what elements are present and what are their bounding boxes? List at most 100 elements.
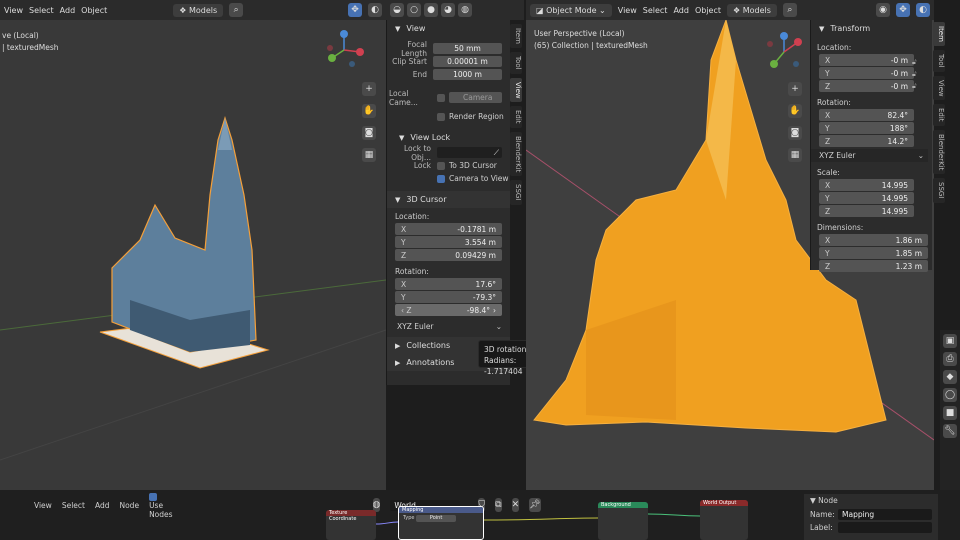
navigation-gizmo[interactable] [762, 30, 806, 74]
render-region-checkbox[interactable] [437, 112, 445, 121]
lock-icon[interactable]: 🔓︎ [912, 82, 917, 91]
tab-edit[interactable]: Edit [510, 106, 522, 128]
rotation-mode-dropdown[interactable]: XYZ Euler ⌄ [811, 149, 928, 162]
viewport-nav-tools: + ✋ ◙ ▦ [362, 82, 376, 162]
view-section-header[interactable]: ▼ View [387, 20, 510, 37]
shading-material-icon[interactable]: ◕ [441, 3, 455, 17]
location-x[interactable]: X -0 m [819, 54, 914, 66]
rotation-z[interactable]: Z 14.2° [819, 135, 914, 147]
expand-triangle-icon: ▼ [819, 24, 825, 33]
rotation-x[interactable]: X 82.4° [819, 109, 914, 121]
location-label: Location: [817, 43, 852, 52]
navigation-gizmo[interactable] [322, 28, 366, 72]
view-menu[interactable]: View [4, 6, 23, 15]
scene-props-icon[interactable]: ◆ [943, 370, 957, 384]
select-menu[interactable]: Select [29, 6, 54, 15]
lock-icon[interactable]: 🔓︎ [912, 58, 917, 67]
search-icon[interactable]: ⌕ [229, 3, 244, 17]
node-panel-header[interactable]: ▼ Node [810, 496, 932, 508]
tab-tool[interactable]: Tool [933, 49, 945, 72]
camera-to-view-checkbox[interactable] [437, 174, 445, 183]
grid-ortho-icon[interactable]: ▦ [788, 148, 802, 162]
models-collection-button[interactable]: ❖ Models [173, 3, 224, 17]
camera-view-icon[interactable]: ◙ [788, 126, 802, 140]
node-name-field[interactable]: Mapping [838, 509, 932, 520]
tab-view[interactable]: View [510, 77, 522, 103]
node-editor[interactable]: View Select Add Node Use Nodes ◍ World ⛉… [0, 490, 960, 540]
object-menu[interactable]: Object [81, 6, 107, 15]
select-menu[interactable]: Select [643, 6, 668, 15]
render-props-icon[interactable]: ▣ [943, 334, 957, 348]
object-props-icon[interactable]: ■ [943, 406, 957, 420]
dimensions-z[interactable]: Z 1.23 m [819, 260, 928, 272]
focal-length-field[interactable]: 50 mm [433, 43, 502, 54]
tab-ssgi[interactable]: SSGI [510, 180, 522, 205]
cursor-rotation-x[interactable]: X 17.6° [395, 278, 502, 290]
viewport-collection-label: | texturedMesh [2, 43, 59, 52]
add-menu[interactable]: Add [60, 6, 76, 15]
left-viewport[interactable]: View Select Add Object ❖ Models ⌕ ✥ ◐ ve… [0, 0, 386, 490]
eye-icon[interactable]: ◉ [876, 3, 890, 17]
overlay-toggle-icon[interactable]: ◒ [390, 3, 404, 17]
clip-start-field[interactable]: 0.00001 m [433, 56, 502, 67]
zoom-icon[interactable]: + [788, 82, 802, 96]
tab-blenderkit[interactable]: BlenderKit [933, 129, 945, 175]
scale-z[interactable]: Z 14.995 [819, 205, 914, 217]
chevron-down-icon: ⌄ [917, 151, 924, 160]
tab-item[interactable]: Item [933, 22, 945, 46]
tab-ssgi[interactable]: SSGI [933, 178, 945, 203]
camera-field[interactable]: Camera [449, 92, 502, 103]
hand-pan-icon[interactable]: ✋ [788, 104, 802, 118]
viewport-nav-tools: + ✋ ◙ ▦ [788, 82, 802, 162]
shading-render-icon[interactable]: ◍ [458, 3, 472, 17]
models-collection-button[interactable]: ❖ Models [727, 3, 777, 17]
location-z[interactable]: Z -0 m [819, 80, 914, 92]
clip-end-field[interactable]: 1000 m [433, 69, 502, 80]
lock-to-object-row: Lock to Obj... ⟋ [387, 144, 510, 162]
lock-to-object-field[interactable]: ⟋ [437, 147, 502, 158]
cursor-location-x[interactable]: X -0.1781 m [395, 223, 502, 235]
zoom-icon[interactable]: + [362, 82, 376, 96]
cursor-location-y[interactable]: Y 3.554 m [395, 236, 502, 248]
location-y[interactable]: Y -0 m [819, 67, 914, 79]
tab-item[interactable]: Item [510, 24, 522, 48]
node-label-field[interactable] [838, 522, 932, 533]
lock-cursor-row: Lock To 3D Cursor [413, 161, 497, 170]
add-menu[interactable]: Add [673, 6, 689, 15]
overlay-icon[interactable]: ◐ [368, 3, 382, 17]
grid-ortho-icon[interactable]: ▦ [362, 148, 376, 162]
shading-solid-icon[interactable]: ● [424, 3, 438, 17]
hand-pan-icon[interactable]: ✋ [362, 104, 376, 118]
cursor-rotation-y[interactable]: Y -79.3° [395, 291, 502, 303]
modifier-props-icon[interactable]: 🔧︎ [943, 424, 957, 438]
object-mode-dropdown[interactable]: ◪ Object Mode ⌄ [530, 3, 612, 17]
rotation-y[interactable]: Y 188° [819, 122, 914, 134]
cursor-rotation-z[interactable]: ‹ Z -98.4° › [395, 304, 502, 316]
tab-blenderkit[interactable]: BlenderKit [510, 131, 522, 177]
object-menu[interactable]: Object [695, 6, 721, 15]
world-props-icon[interactable]: ◯ [943, 388, 957, 402]
rotation-mode-dropdown[interactable]: XYZ Euler ⌄ [387, 320, 510, 333]
transform-section-header[interactable]: ▼ Transform [811, 20, 932, 37]
3d-cursor-section-header[interactable]: ▼ 3D Cursor [387, 191, 510, 208]
dimensions-x[interactable]: X 1.86 m [819, 234, 928, 246]
dimensions-y[interactable]: Y 1.85 m [819, 247, 928, 259]
view-menu[interactable]: View [618, 6, 637, 15]
overlay-icon[interactable]: ◐ [916, 3, 930, 17]
scale-x[interactable]: X 14.995 [819, 179, 914, 191]
viewport-mode-label: User Perspective (Local) [534, 29, 625, 38]
transform-gizmo-icon[interactable]: ✥ [896, 3, 910, 17]
cursor-location-z[interactable]: Z 0.09429 m [395, 249, 502, 261]
shading-wire-icon[interactable]: ○ [407, 3, 421, 17]
scale-y[interactable]: Y 14.995 [819, 192, 914, 204]
output-props-icon[interactable]: ⎙ [943, 352, 957, 366]
local-camera-checkbox[interactable] [437, 93, 445, 102]
tab-edit[interactable]: Edit [933, 104, 945, 126]
camera-view-icon[interactable]: ◙ [362, 126, 376, 140]
lock-icon[interactable]: 🔓︎ [912, 70, 917, 79]
search-icon[interactable]: ⌕ [782, 3, 797, 17]
transform-gizmo-icon[interactable]: ✥ [348, 3, 362, 17]
to-3d-cursor-checkbox[interactable] [437, 161, 445, 170]
tab-view[interactable]: View [933, 75, 945, 101]
tab-tool[interactable]: Tool [510, 51, 522, 74]
